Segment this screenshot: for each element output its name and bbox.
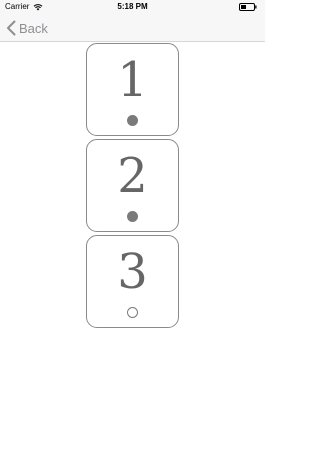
battery-icon xyxy=(239,3,257,11)
chevron-left-icon xyxy=(7,20,16,36)
back-button[interactable]: Back xyxy=(6,17,48,39)
card-2[interactable]: 2 xyxy=(86,139,179,232)
empty-dot-icon xyxy=(127,307,138,318)
filled-dot-icon xyxy=(127,115,138,126)
card-1[interactable]: 1 xyxy=(86,43,179,136)
back-label: Back xyxy=(19,20,48,36)
card-number: 3 xyxy=(117,244,148,300)
filled-dot-icon xyxy=(127,211,138,222)
card-number: 2 xyxy=(117,148,148,204)
card-number: 1 xyxy=(117,52,148,108)
status-time: 5:18 PM xyxy=(117,2,148,11)
navigation-bar: Back xyxy=(0,14,265,42)
card-3[interactable]: 3 xyxy=(86,235,179,328)
status-bar: Carrier 5:18 PM xyxy=(0,0,265,14)
